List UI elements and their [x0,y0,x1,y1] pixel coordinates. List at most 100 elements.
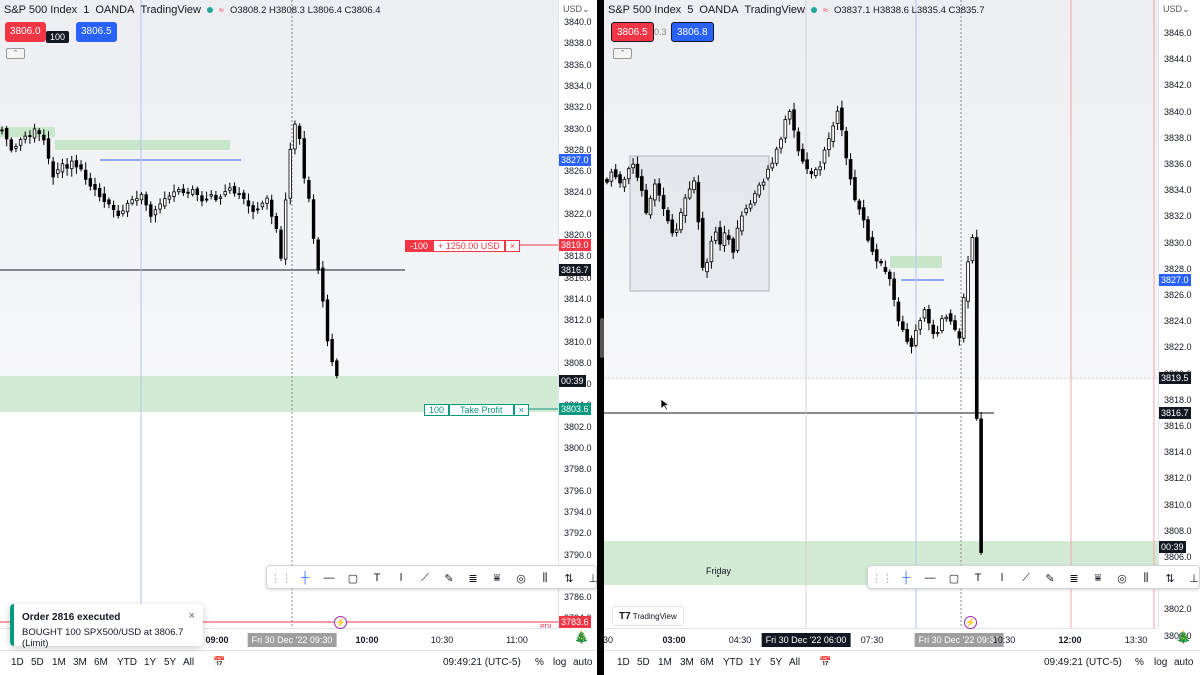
tree-icon[interactable]: 🎄 [574,630,589,644]
date-range-icon[interactable]: 📅 [213,657,225,668]
percent-toggle[interactable]: % [1135,657,1144,668]
long-position-icon[interactable]: ⫼ [1138,570,1154,586]
channel-icon[interactable]: ⩸ [1090,570,1106,586]
range-6m[interactable]: 6M [94,657,108,668]
range-1m[interactable]: 1M [658,657,672,668]
log-toggle[interactable]: log [1154,657,1167,668]
range-1d[interactable]: 1D [11,657,24,668]
chart-pane-right[interactable]: S&P 500 Index 5 OANDA TradingView ≈ O383… [604,0,1200,675]
measure-icon[interactable]: ⊥ [585,570,597,586]
range-all[interactable]: All [183,657,194,668]
path-icon[interactable]: ⟋ [417,570,433,586]
range-1m[interactable]: 1M [52,657,66,668]
collapse-chevron-icon[interactable]: ⌃ [6,48,25,59]
range-5y[interactable]: 5Y [164,657,176,668]
quantity-badge[interactable]: 100 [46,31,70,43]
date-range-icon[interactable]: 📅 [819,657,831,668]
close-icon[interactable]: × [513,404,529,416]
clock-label[interactable]: 09:49:21 (UTC-5) [1044,657,1122,668]
symbol-title[interactable]: S&P 500 Index [4,4,77,16]
sell-button[interactable]: 3806.5 [611,22,654,42]
candle-chart-left[interactable] [0,0,558,628]
chart-pane-left[interactable]: S&P 500 Index 1 OANDA TradingView ≈ O380… [0,0,597,675]
horizontal-line-icon[interactable]: — [321,570,337,586]
range-5d[interactable]: 5D [637,657,650,668]
range-ytd[interactable]: YTD [723,657,743,668]
candle-body [800,148,805,162]
brush-icon[interactable]: ✎ [441,570,457,586]
candle-chart-right[interactable] [604,0,1158,628]
candle-body [661,194,666,209]
range-1d[interactable]: 1D [617,657,630,668]
rectangle-icon[interactable]: ▢ [345,570,361,586]
long-position-icon[interactable]: ⫼ [537,570,553,586]
spiral-icon[interactable]: ◎ [513,570,529,586]
tree-icon[interactable]: 🎄 [1176,630,1191,644]
chart-plot-area-left[interactable] [0,0,558,628]
lightning-icon[interactable]: ⚡ [334,616,347,629]
range-all[interactable]: All [789,657,800,668]
range-5d[interactable]: 5D [31,657,44,668]
drawing-toolbar-left: ⋮⋮ ┼ — ▢ T ǀ ⟋ ✎ ≣ ⩸ ◎ ⫼ ⇅ ⊥ [266,565,597,589]
range-1y[interactable]: 1Y [749,657,761,668]
vertical-ray-icon[interactable]: ǀ [994,570,1010,586]
candle-body [283,199,288,260]
price-axis-right[interactable]: USD⌄ 3846.0 3844.0 3842.0 3840.0 3838.0 3836.… [1158,0,1200,641]
price-range-icon[interactable]: ⇅ [1162,570,1178,586]
collapse-chevron-icon[interactable]: ⌃ [613,48,632,59]
price-range-icon[interactable]: ⇅ [561,570,577,586]
text-icon[interactable]: T [369,570,385,586]
text-icon[interactable]: T [970,570,986,586]
take-profit-order-label[interactable]: 100 Take Profit × [424,404,529,416]
close-icon[interactable]: × [504,240,521,252]
drag-handle-icon[interactable]: ⋮⋮ [871,570,893,586]
interval-label[interactable]: 1 [83,4,89,16]
chart-plot-area-right[interactable] [604,0,1158,628]
vertical-ray-icon[interactable]: ǀ [393,570,409,586]
range-6m[interactable]: 6M [700,657,714,668]
currency-select[interactable]: USD⌄ [563,4,590,15]
percent-toggle[interactable]: % [535,657,544,668]
stop-loss-order-label[interactable]: -100 + 1250.00 USD × [405,240,521,252]
drag-handle-icon[interactable]: ⋮⋮ [270,570,292,586]
crosshair-icon[interactable]: ┼ [297,570,313,586]
rectangle-icon[interactable]: ▢ [946,570,962,586]
range-ytd[interactable]: YTD [117,657,137,668]
range-1y[interactable]: 1Y [144,657,156,668]
currency-select[interactable]: USD⌄ [1163,4,1190,15]
horizontal-line-icon[interactable]: — [922,570,938,586]
log-toggle[interactable]: log [553,657,566,668]
auto-toggle[interactable]: auto [1174,657,1193,668]
price-tick: 3822.0 [564,208,592,219]
brush-icon[interactable]: ✎ [1042,570,1058,586]
range-5y[interactable]: 5Y [770,657,782,668]
pane-resize-handle[interactable] [600,318,604,358]
auto-toggle[interactable]: auto [573,657,592,668]
range-3m[interactable]: 3M [73,657,87,668]
toast-close-icon[interactable]: × [189,610,195,622]
tp-qty[interactable]: 100 [424,404,450,416]
candle-body [870,237,875,252]
stop-qty[interactable]: -100 [405,240,434,252]
time-axis-right[interactable]: 30 03:00 04:30 Fri 30 Dec '22 06:00 07:3… [604,628,1158,650]
clock-label[interactable]: 09:49:21 (UTC-5) [443,657,521,668]
lightning-icon[interactable]: ⚡ [964,616,977,629]
sell-button[interactable]: 3806.0 [5,22,46,42]
channel-icon[interactable]: ⩸ [489,570,505,586]
mouse-cursor-icon [660,398,670,411]
path-icon[interactable]: ⟋ [1018,570,1034,586]
toast-title: Order 2816 executed [22,612,121,623]
range-3m[interactable]: 3M [680,657,694,668]
tradingview-logo[interactable]: T7 TradingView [612,606,684,626]
measure-icon[interactable]: ⊥ [1186,570,1200,586]
countdown-label: 00:39 [559,375,586,387]
price-axis-left[interactable]: USD⌄ 3840.0 3838.0 3836.0 3834.0 3832.0 3830.… [558,0,597,628]
fib-icon[interactable]: ≣ [1066,570,1082,586]
buy-button[interactable]: 3806.5 [76,22,117,42]
interval-label[interactable]: 5 [687,4,693,16]
symbol-title[interactable]: S&P 500 Index [608,4,681,16]
crosshair-icon[interactable]: ┼ [898,570,914,586]
buy-button[interactable]: 3806.8 [671,22,714,42]
spiral-icon[interactable]: ◎ [1114,570,1130,586]
fib-icon[interactable]: ≣ [465,570,481,586]
